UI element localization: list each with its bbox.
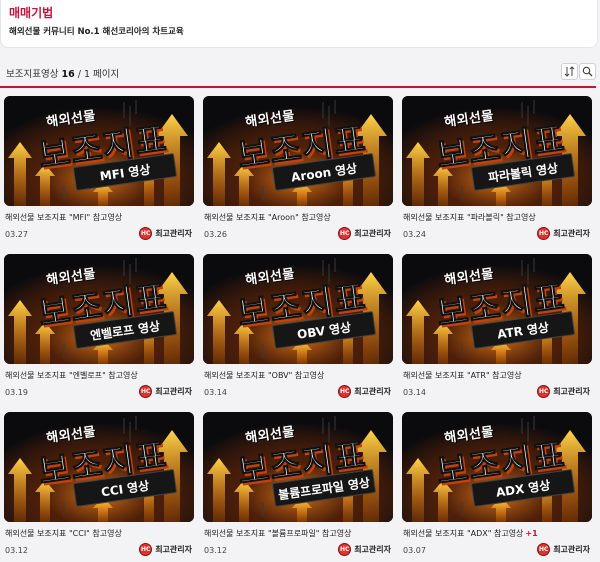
gallery-item[interactable]: 해외선물 보조지표 Aroon 영상 해외선물 보조지표 "Aroon" 참고영… [199,96,393,246]
thumbnail[interactable]: 해외선물 보조지표 엔벨로프 영상 [4,254,194,364]
author-avatar-icon: HC [139,227,153,240]
thumbnail[interactable]: 해외선물 보조지표 ATR 영상 [402,254,592,364]
search-button[interactable] [579,63,596,80]
post-title: 해외선물 보조지표 "MFI" 참고영상 [5,213,123,222]
thumbnail[interactable]: 해외선물 보조지표 CCI 영상 [4,412,194,522]
post-date: 03.14 [204,388,227,397]
thumbnail-banner-text: ADX 영상 [494,477,552,500]
board-description: 해외선물 커뮤니티 No.1 해선코리아의 차트교육 [9,27,184,37]
author-avatar-icon: HC [139,385,153,398]
author-avatar-icon: HC [139,543,153,556]
gallery-item[interactable]: 해외선물 보조지표 볼륨프로파일 영상 해외선물 보조지표 "볼륨프로파일" 참… [199,412,393,562]
post-title-link[interactable]: 해외선물 보조지표 "ADX" 참고영상 +1 [403,528,538,539]
post-title: 해외선물 보조지표 "엔벨로프" 참고영상 [5,371,138,380]
author-avatar-icon: HC [338,385,352,398]
post-date: 03.19 [5,388,28,397]
author-avatar-icon: HC [537,385,551,398]
author-avatar-icon: HC [338,543,352,556]
post-date: 03.12 [5,546,28,555]
author-name: 최고관리자 [155,229,192,238]
post-title-link[interactable]: 해외선물 보조지표 "볼륨프로파일" 참고영상 [204,528,351,539]
list-toolbar: 보조지표영상 16 / 1 페이지 [0,58,600,88]
post-title: 해외선물 보조지표 "볼륨프로파일" 참고영상 [204,529,352,538]
author-name: 최고관리자 [354,545,391,554]
author-name: 최고관리자 [553,545,590,554]
gallery-item[interactable]: 해외선물 보조지표 엔벨로프 영상 해외선물 보조지표 "엔벨로프" 참고영상 … [0,254,194,404]
thumbnail[interactable]: 해외선물 보조지표 MFI 영상 [4,96,194,206]
post-title: 해외선물 보조지표 "ADX" 참고영상 [403,529,524,538]
board-title: 매매기법 [9,6,54,20]
post-title-link[interactable]: 해외선물 보조지표 "Aroon" 참고영상 [204,212,331,223]
post-author[interactable]: HC 최고관리자 [537,385,590,398]
sort-button[interactable] [561,63,578,80]
post-date: 03.14 [403,388,426,397]
gallery-item[interactable]: 해외선물 보조지표 OBV 영상 해외선물 보조지표 "OBV" 참고영상 03… [199,254,393,404]
post-date: 03.07 [403,546,426,555]
post-title-link[interactable]: 해외선물 보조지표 "ATR" 참고영상 [403,370,522,381]
author-name: 최고관리자 [155,387,192,396]
post-title: 해외선물 보조지표 "CCI" 참고영상 [5,529,122,538]
thumbnail[interactable]: 해외선물 보조지표 Aroon 영상 [203,96,393,206]
post-title-link[interactable]: 해외선물 보조지표 "CCI" 참고영상 [5,528,122,539]
post-title: 해외선물 보조지표 "OBV" 참고영상 [204,371,325,380]
gallery-item[interactable]: 해외선물 보조지표 ATR 영상 해외선물 보조지표 "ATR" 참고영상 03… [398,254,592,404]
post-title: 해외선물 보조지표 "ATR" 참고영상 [403,371,522,380]
gallery-item[interactable]: 해외선물 보조지표 ADX 영상 해외선물 보조지표 "ADX" 참고영상 +1 … [398,412,592,562]
gallery-item[interactable]: 해외선물 보조지표 파라볼릭 영상 해외선물 보조지표 "파라볼릭" 참고영상 … [398,96,592,246]
gallery-item[interactable]: 해외선물 보조지표 CCI 영상 해외선물 보조지표 "CCI" 참고영상 03… [0,412,194,562]
thumbnail[interactable]: 해외선물 보조지표 볼륨프로파일 영상 [203,412,393,522]
post-author[interactable]: HC 최고관리자 [338,227,391,240]
thumbnail-banner-text: MFI 영상 [98,162,152,183]
thumbnail-banner-text: OBV 영상 [296,319,352,342]
post-author[interactable]: HC 최고관리자 [537,227,590,240]
search-icon [582,66,593,77]
thumbnail-banner-text: CCI 영상 [100,478,150,499]
post-title-link[interactable]: 해외선물 보조지표 "OBV" 참고영상 [204,370,324,381]
comment-count: +1 [525,529,538,538]
author-name: 최고관리자 [354,387,391,396]
post-author[interactable]: HC 최고관리자 [139,227,192,240]
page-count: / 1 페이지 [77,69,120,80]
post-title-link[interactable]: 해외선물 보조지표 "엔벨로프" 참고영상 [5,370,138,381]
author-avatar-icon: HC [338,227,352,240]
post-title: 해외선물 보조지표 "Aroon" 참고영상 [204,213,331,222]
author-name: 최고관리자 [354,229,391,238]
gallery-item[interactable]: 해외선물 보조지표 MFI 영상 해외선물 보조지표 "MFI" 참고영상 03… [0,96,194,246]
post-date: 03.27 [5,230,28,239]
post-author[interactable]: HC 최고관리자 [338,385,391,398]
author-avatar-icon: HC [537,227,551,240]
sort-icon [564,66,575,77]
thumbnail[interactable]: 해외선물 보조지표 파라볼릭 영상 [402,96,592,206]
author-avatar-icon: HC [537,543,551,556]
author-name: 최고관리자 [155,545,192,554]
total-count: 16 [61,69,75,80]
post-title-link[interactable]: 해외선물 보조지표 "파라볼릭" 참고영상 [403,212,536,223]
thumbnail[interactable]: 해외선물 보조지표 ADX 영상 [402,412,592,522]
post-author[interactable]: HC 최고관리자 [338,543,391,556]
author-name: 최고관리자 [553,387,590,396]
post-author[interactable]: HC 최고관리자 [139,543,192,556]
post-author[interactable]: HC 최고관리자 [537,543,590,556]
post-author[interactable]: HC 최고관리자 [139,385,192,398]
post-title-link[interactable]: 해외선물 보조지표 "MFI" 참고영상 [5,212,122,223]
post-title: 해외선물 보조지표 "파라볼릭" 참고영상 [403,213,536,222]
post-count: 보조지표영상 16 / 1 페이지 [6,66,119,80]
board-label: 보조지표영상 [6,69,59,80]
author-name: 최고관리자 [553,229,590,238]
post-date: 03.24 [403,230,426,239]
thumbnail[interactable]: 해외선물 보조지표 OBV 영상 [203,254,393,364]
list-divider [0,86,596,88]
thumbnail-banner-text: ATR 영상 [496,319,550,342]
post-date: 03.26 [204,230,227,239]
post-date: 03.12 [204,546,227,555]
board-header: 매매기법 해외선물 커뮤니티 No.1 해선코리아의 차트교육 [0,0,598,48]
